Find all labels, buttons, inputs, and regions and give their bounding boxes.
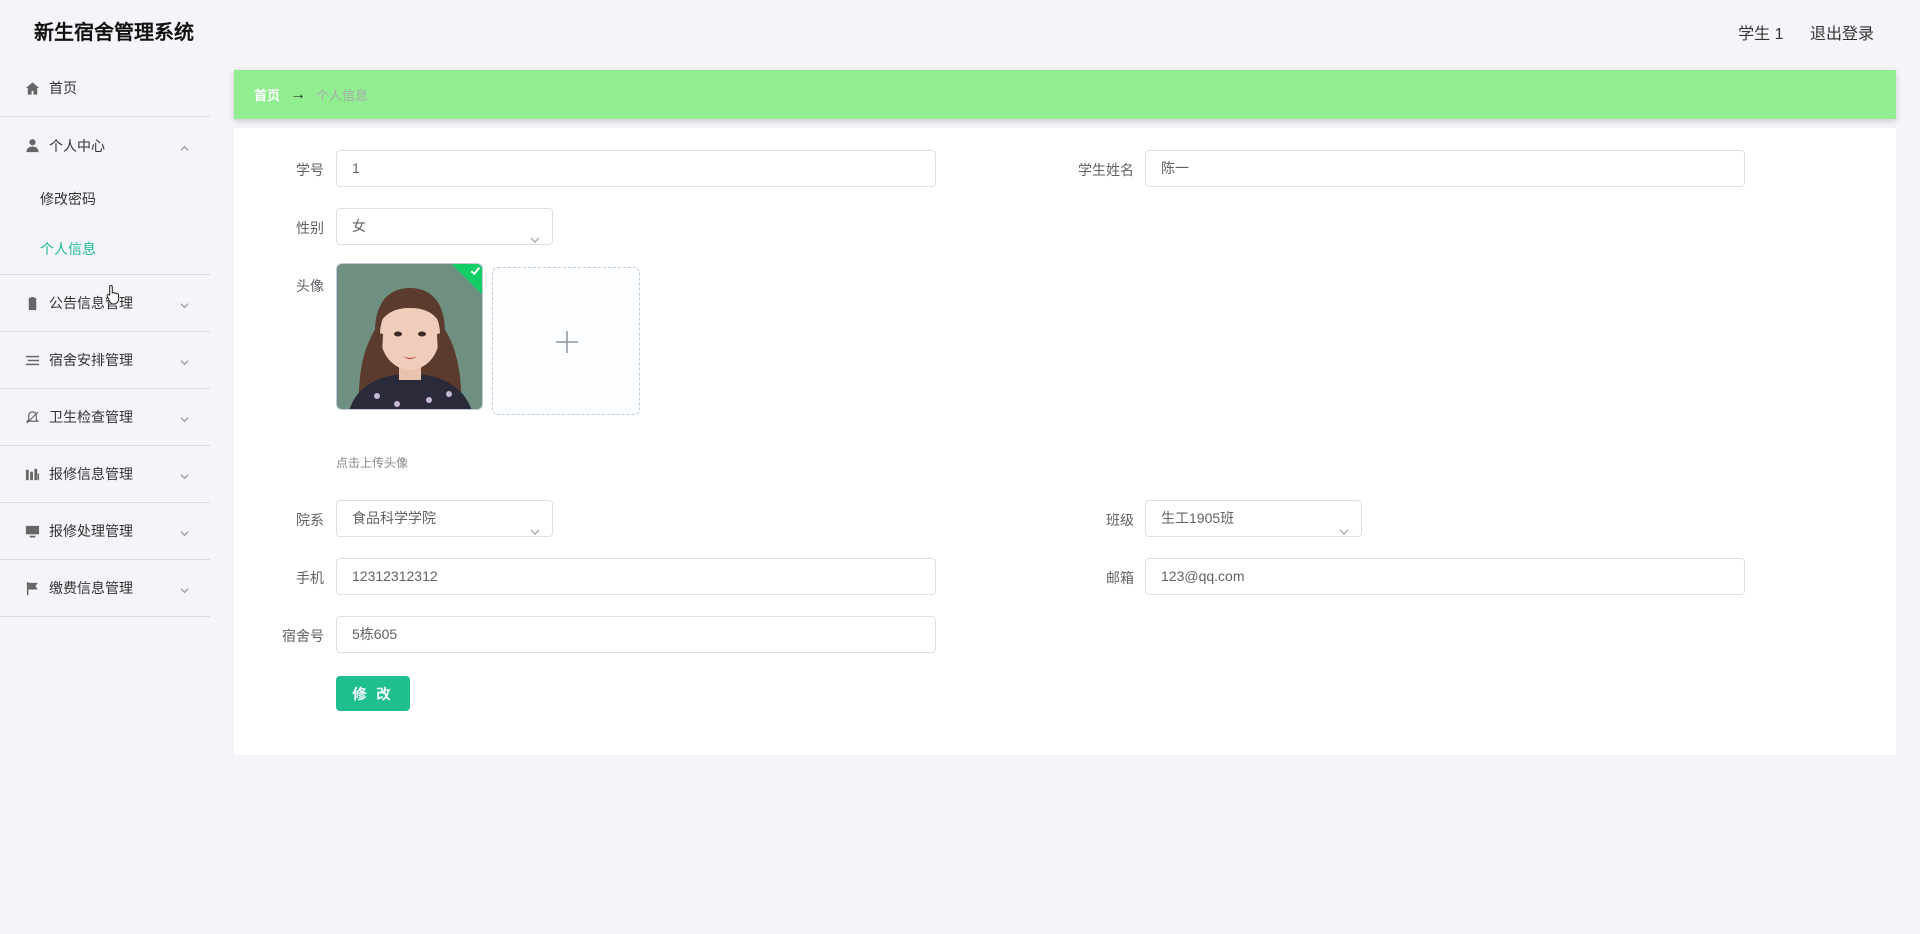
header-user-area: 学生 1 退出登录: [1716, 20, 1874, 44]
current-user[interactable]: 学生 1: [1738, 26, 1783, 43]
chart-bars-icon: [24, 466, 40, 482]
chevron-down-icon: [180, 582, 189, 594]
sidebar-item-label: 宿舍安排管理: [49, 352, 133, 368]
sidebar-subitem-change-password[interactable]: 修改密码: [0, 174, 210, 224]
sidebar-item-label: 个人中心: [49, 137, 105, 154]
mouse-cursor-icon: [106, 284, 120, 305]
gender-select-value: 女: [352, 218, 366, 234]
student-no-input[interactable]: 1: [336, 150, 936, 187]
monitor-icon: [24, 523, 40, 539]
chevron-down-icon: [530, 515, 540, 535]
sidebar-item-hygiene-check[interactable]: 卫生检查管理: [0, 389, 210, 446]
avatar-label: 头像: [296, 278, 324, 294]
class-label: 班级: [1106, 512, 1134, 528]
sidebar-item-notice-management[interactable]: 公告信息管理: [0, 275, 210, 332]
sidebar: 首页 个人中心 修改密码 个人信息 公告信息管理 宿舍安排管理 卫生检查管理 报…: [0, 60, 210, 934]
sidebar-item-label: 报修处理管理: [49, 523, 133, 539]
no-bell-icon: [24, 409, 40, 425]
plus-icon: [556, 331, 578, 353]
breadcrumb-arrow: →: [290, 85, 307, 103]
gender-select[interactable]: 女: [336, 208, 553, 245]
dorm-label: 宿舍号: [282, 628, 324, 644]
sidebar-item-repair-handling[interactable]: 报修处理管理: [0, 503, 210, 560]
check-icon: [470, 267, 481, 276]
sidebar-subitem-personal-info[interactable]: 个人信息: [0, 224, 210, 274]
class-select-value: 生工1905班: [1161, 510, 1235, 526]
email-label: 邮箱: [1106, 570, 1134, 586]
gender-label: 性别: [296, 220, 324, 236]
breadcrumb-current: 个人信息: [316, 88, 369, 103]
avatar-upload-button[interactable]: [492, 267, 640, 415]
modify-button[interactable]: 修 改: [336, 676, 410, 711]
breadcrumb: 首页 → 个人信息: [234, 70, 1896, 119]
list-icon: [24, 352, 40, 368]
home-icon: [24, 80, 40, 96]
avatar-upload-tip: 点击上传头像: [336, 456, 409, 470]
sidebar-item-payment-info[interactable]: 缴费信息管理: [0, 560, 210, 617]
sidebar-item-repair-info[interactable]: 报修信息管理: [0, 446, 210, 503]
chevron-down-icon: [530, 223, 540, 243]
top-bar: 新生宿舍管理系统 学生 1 退出登录: [0, 0, 1920, 60]
student-name-input[interactable]: 陈一: [1145, 150, 1745, 187]
sidebar-item-label: 报修信息管理: [49, 466, 133, 482]
chevron-down-icon: [1339, 515, 1349, 535]
avatar-image[interactable]: [336, 263, 483, 410]
sidebar-item-home[interactable]: 首页: [0, 60, 210, 117]
chevron-down-icon: [180, 354, 189, 366]
sidebar-item-label: 缴费信息管理: [49, 580, 133, 596]
sidebar-item-dorm-arrangement[interactable]: 宿舍安排管理: [0, 332, 210, 389]
flag-icon: [24, 580, 40, 596]
department-select[interactable]: 食品科学学院: [336, 500, 553, 537]
dorm-input[interactable]: 5栋605: [336, 616, 936, 653]
chevron-down-icon: [180, 525, 189, 537]
breadcrumb-home[interactable]: 首页: [254, 85, 280, 104]
avatar-portrait: [337, 264, 482, 409]
email-input[interactable]: 123@qq.com: [1145, 558, 1745, 595]
sidebar-item-personal-center[interactable]: 个人中心: [0, 117, 210, 174]
phone-label: 手机: [296, 570, 324, 586]
sidebar-item-label: 首页: [49, 80, 77, 96]
sidebar-item-label: 卫生检查管理: [49, 409, 133, 425]
chevron-up-icon: [180, 140, 189, 151]
chevron-down-icon: [180, 297, 189, 309]
department-label: 院系: [296, 512, 324, 528]
app-title: 新生宿舍管理系统: [34, 22, 194, 44]
sidebar-group-personal-center: 个人中心 修改密码 个人信息: [0, 117, 210, 275]
student-name-label: 学生姓名: [1078, 162, 1134, 178]
chevron-down-icon: [180, 468, 189, 480]
logout-link[interactable]: 退出登录: [1810, 26, 1874, 43]
student-no-label: 学号: [296, 162, 324, 178]
clipboard-icon: [24, 295, 40, 311]
class-select[interactable]: 生工1905班: [1145, 500, 1362, 537]
department-select-value: 食品科学学院: [352, 510, 436, 526]
chevron-down-icon: [180, 411, 189, 423]
user-icon: [24, 138, 40, 154]
phone-input[interactable]: 12312312312: [336, 558, 936, 595]
